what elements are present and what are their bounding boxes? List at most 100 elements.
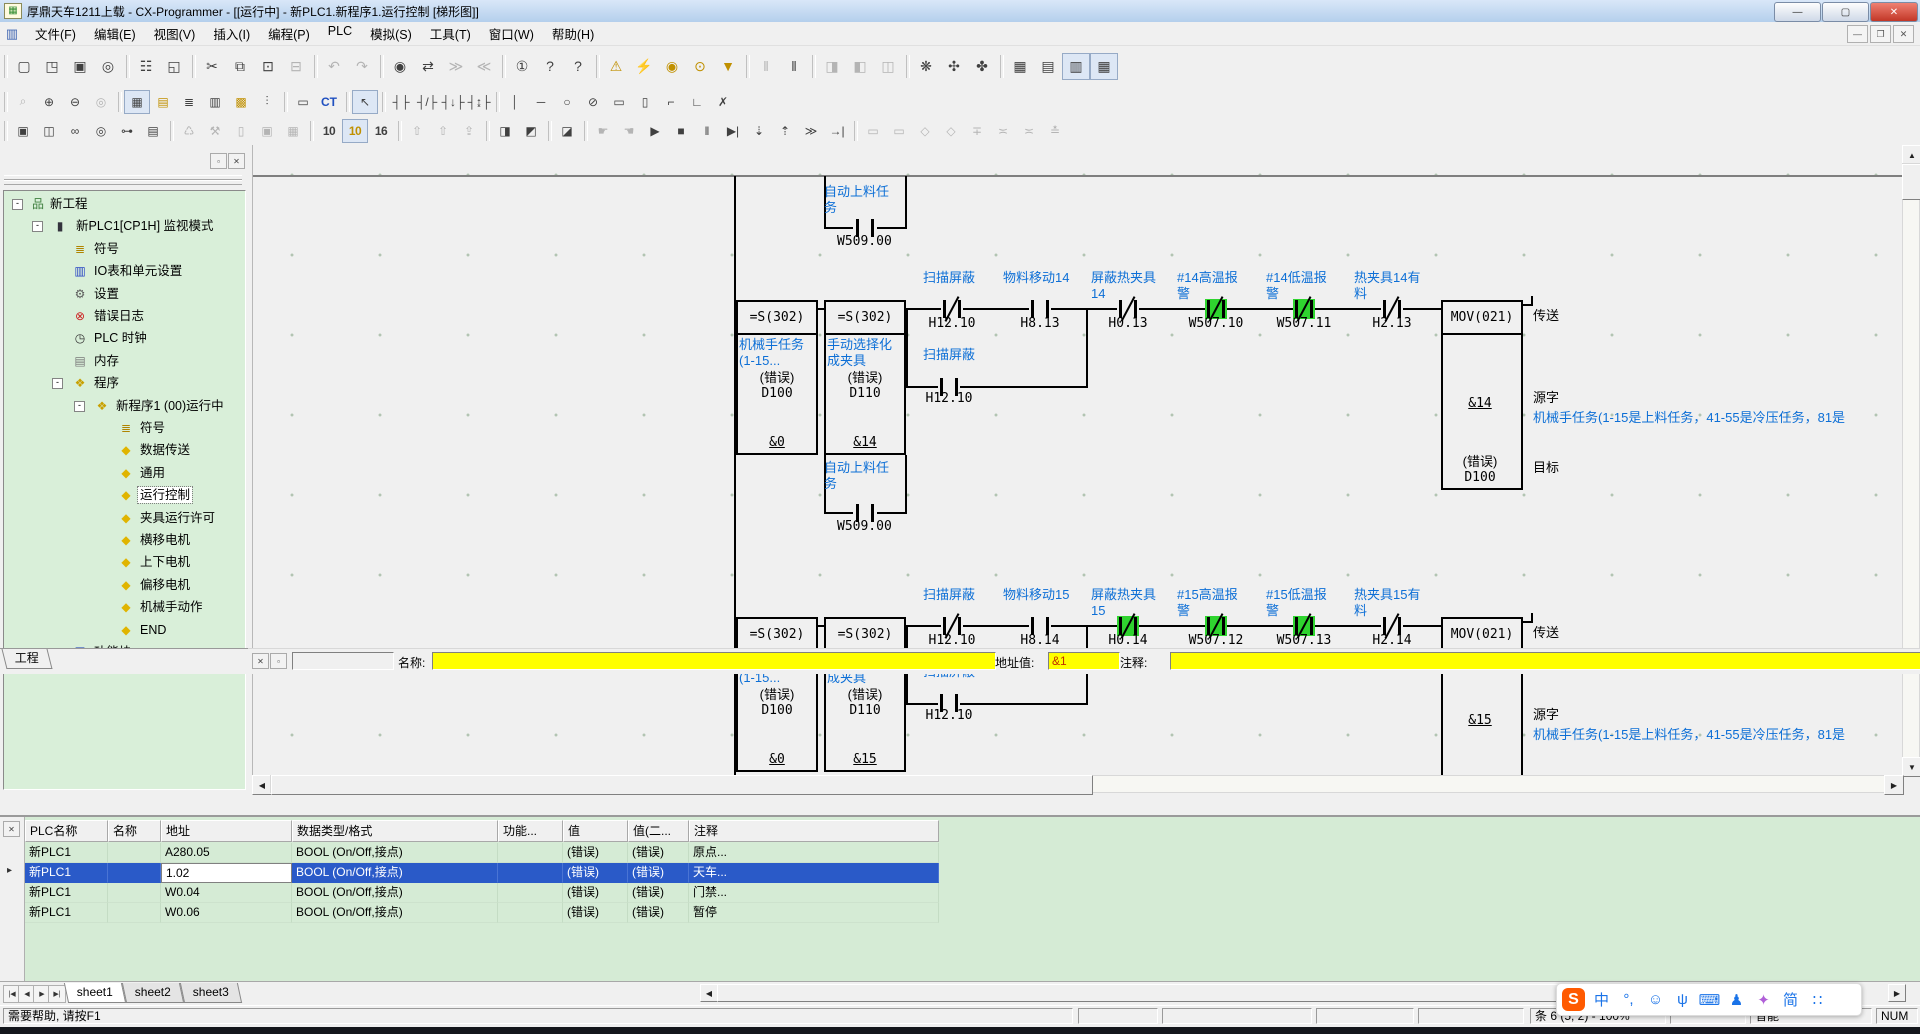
- name-field[interactable]: [432, 652, 996, 670]
- table-cell[interactable]: (错误): [628, 863, 689, 883]
- table-cell[interactable]: [108, 843, 161, 863]
- tree-item[interactable]: ◷PLC 时钟: [4, 329, 244, 348]
- tree-item[interactable]: ≣符号: [4, 419, 244, 438]
- address-value-field[interactable]: &1: [1048, 652, 1120, 670]
- open-button[interactable]: ◳: [38, 53, 66, 80]
- monitor-view-button[interactable]: ▥: [202, 90, 228, 114]
- find-button[interactable]: ◉: [386, 53, 414, 80]
- workspace-close-button[interactable]: ✕: [228, 153, 245, 169]
- table-cell[interactable]: [498, 863, 563, 883]
- print-button[interactable]: ☷: [132, 53, 160, 80]
- table-cell[interactable]: BOOL (On/Off,接点): [292, 883, 498, 903]
- tree-item[interactable]: ◆上下电机: [4, 553, 244, 572]
- table-cell[interactable]: (错误): [628, 883, 689, 903]
- ct-view-button[interactable]: CT: [316, 90, 342, 114]
- menu-file[interactable]: 文件(F): [26, 21, 85, 46]
- workspace-grip[interactable]: [4, 180, 242, 185]
- tree-item[interactable]: -❖程序: [4, 374, 244, 393]
- transfer-word-button[interactable]: ◨: [492, 119, 518, 143]
- online-connect-button[interactable]: ⊶: [114, 119, 140, 143]
- monitor-stop-button[interactable]: ✣: [940, 53, 968, 80]
- context-help-button[interactable]: ?: [564, 53, 592, 80]
- column-header-0[interactable]: PLC名称: [25, 820, 108, 842]
- column-header-6[interactable]: 值(二...: [628, 820, 689, 842]
- expand-box-icon[interactable]: -: [12, 199, 23, 210]
- vertical-line-button[interactable]: │: [502, 90, 528, 114]
- tree-item[interactable]: ≣符号: [4, 240, 244, 259]
- table-cell[interactable]: (错误): [628, 843, 689, 863]
- table-cell[interactable]: 天车...: [689, 863, 939, 883]
- cut-button[interactable]: ✂: [198, 53, 226, 80]
- monitor-mode-button[interactable]: ✤: [968, 53, 996, 80]
- check-program-button[interactable]: ◉: [658, 53, 686, 80]
- watch-sheet-button[interactable]: ◫: [36, 119, 62, 143]
- decimal-force-button[interactable]: 10: [342, 119, 368, 143]
- menu-help[interactable]: 帮助(H): [543, 21, 603, 46]
- symbol-bar-close-button[interactable]: ✕: [252, 653, 269, 669]
- menu-plc[interactable]: PLC: [319, 21, 361, 46]
- step-in-button[interactable]: ⇣: [746, 119, 772, 143]
- instruction-button[interactable]: ▭: [606, 90, 632, 114]
- contact-or-no-button[interactable]: ┤↓├: [440, 90, 466, 114]
- expand-box-icon[interactable]: -: [32, 221, 43, 232]
- tree-item[interactable]: ▤内存: [4, 352, 244, 371]
- tab-sheet1[interactable]: sheet1: [64, 983, 126, 1003]
- delete-horizontal-button[interactable]: ∟: [684, 90, 710, 114]
- coil-nc-button[interactable]: ⊘: [580, 90, 606, 114]
- tree-item[interactable]: -❖新程序1 (00)运行中: [4, 397, 244, 416]
- column-header-2[interactable]: 地址: [161, 820, 292, 842]
- new-button[interactable]: ▢: [10, 53, 38, 80]
- column-header-3[interactable]: 数据类型/格式: [292, 820, 498, 842]
- vscroll-thumb[interactable]: [1902, 164, 1920, 200]
- table-cell[interactable]: [108, 883, 161, 903]
- delete-vertical-button[interactable]: ⌐: [658, 90, 684, 114]
- pause-button[interactable]: ‖: [780, 53, 808, 80]
- zoom-in-button[interactable]: ⊕: [36, 90, 62, 114]
- window-dock-button[interactable]: ▤: [1034, 53, 1062, 80]
- tree-item[interactable]: ◆偏移电机: [4, 576, 244, 595]
- table-cell[interactable]: 新PLC1: [25, 883, 108, 903]
- child-close-button[interactable]: ✕: [1893, 25, 1914, 43]
- hscroll-right-button[interactable]: ▶: [1884, 775, 1904, 795]
- differential-button[interactable]: ◪: [554, 119, 580, 143]
- watch-close-button[interactable]: ✕: [3, 821, 20, 837]
- menu-insert[interactable]: 插入(I): [204, 21, 259, 46]
- print-preview-button[interactable]: ◱: [160, 53, 188, 80]
- table-cell[interactable]: 新PLC1: [25, 903, 108, 923]
- inverted-instruction-button[interactable]: ▯: [632, 90, 658, 114]
- table-cell[interactable]: [108, 863, 161, 883]
- column-header-7[interactable]: 注释: [689, 820, 939, 842]
- ime-keyboard-icon[interactable]: ⌨: [1696, 991, 1723, 1009]
- table-cell[interactable]: W0.04: [161, 883, 292, 903]
- window-output-button[interactable]: ▦: [1090, 53, 1118, 80]
- rung-comment-button[interactable]: ⫶: [254, 90, 280, 114]
- tree-item[interactable]: ◆夹具运行许可: [4, 509, 244, 528]
- tree-item[interactable]: ◆数据传送: [4, 441, 244, 460]
- table-cell[interactable]: [498, 903, 563, 923]
- tree-item[interactable]: ◆横移电机: [4, 531, 244, 550]
- ime-toolbox-icon[interactable]: ∷: [1804, 991, 1831, 1009]
- run-to-end-button[interactable]: →|: [824, 119, 850, 143]
- io-comment-button[interactable]: ▩: [228, 90, 254, 114]
- table-cell[interactable]: [498, 883, 563, 903]
- sma-view-button[interactable]: ▭: [290, 90, 316, 114]
- menu-program[interactable]: 编程(P): [259, 21, 319, 46]
- grid-toggle-button[interactable]: ▦: [124, 90, 150, 114]
- window-float-button[interactable]: ▦: [1006, 53, 1034, 80]
- expand-box-icon[interactable]: -: [74, 401, 85, 412]
- zoom-out-button[interactable]: ⊖: [62, 90, 88, 114]
- table-cell[interactable]: [108, 903, 161, 923]
- menu-simulation[interactable]: 模拟(S): [361, 21, 421, 46]
- watch-window-button[interactable]: ▣: [10, 119, 36, 143]
- symbol-bar-button[interactable]: ▤: [150, 90, 176, 114]
- help-button[interactable]: ?: [536, 53, 564, 80]
- table-cell[interactable]: 门禁...: [689, 883, 939, 903]
- tree-item[interactable]: ◆机械手动作: [4, 598, 244, 617]
- symbol-bar-pin-button[interactable]: ▫: [270, 653, 287, 669]
- table-cell[interactable]: BOOL (On/Off,接点): [292, 903, 498, 923]
- tree-item[interactable]: ◆通用: [4, 464, 244, 483]
- menu-window[interactable]: 窗口(W): [480, 21, 543, 46]
- menu-view[interactable]: 视图(V): [145, 21, 205, 46]
- table-cell[interactable]: (错误): [628, 903, 689, 923]
- online-edit-button[interactable]: ⊙: [686, 53, 714, 80]
